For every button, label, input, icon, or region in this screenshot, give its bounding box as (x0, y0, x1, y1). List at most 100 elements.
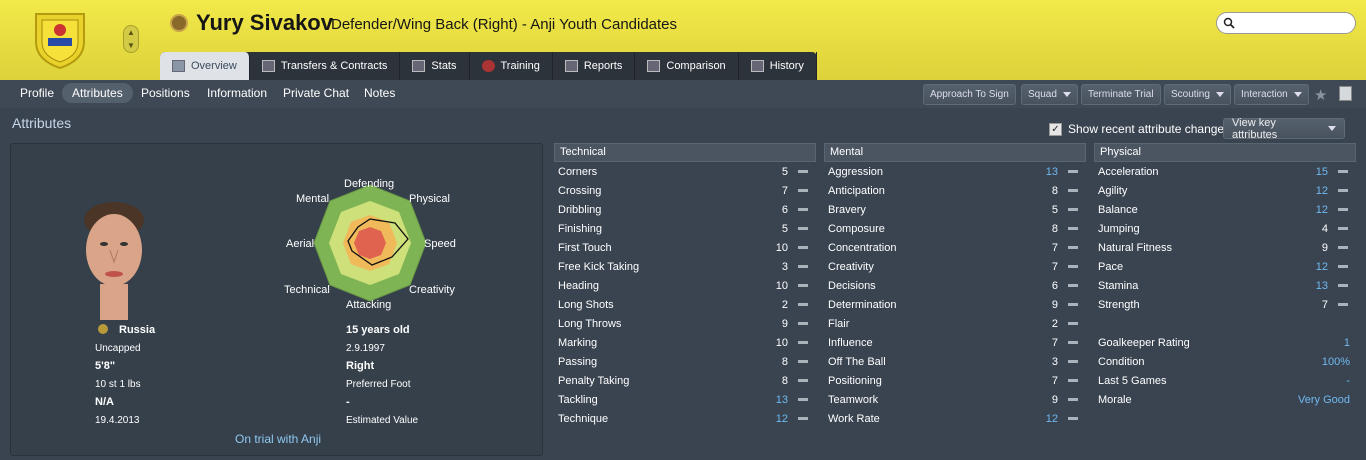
stepper-up-icon[interactable]: ▲ (124, 26, 138, 39)
attribute-row[interactable]: Aggression 13 (824, 162, 1086, 181)
attribute-row[interactable]: Decisions 6 (824, 276, 1086, 295)
trend-dash-icon (798, 417, 808, 420)
trend-dash-icon (1068, 246, 1078, 249)
attribute-row[interactable]: Work Rate 12 (824, 409, 1086, 428)
attribute-name: Natural Fitness (1098, 241, 1172, 254)
technical-list: Corners 5 Crossing 7 Dribbling 6 Finishing 5 Fir… (554, 162, 816, 428)
tab-training[interactable]: Training (470, 52, 553, 80)
trend-dash-icon (1068, 360, 1078, 363)
tab-overview[interactable]: Overview (160, 52, 250, 80)
attribute-row[interactable]: Natural Fitness 9 (1094, 238, 1356, 257)
attribute-row[interactable]: Free Kick Taking 3 (554, 257, 816, 276)
attribute-row[interactable]: Strength 7 (1094, 295, 1356, 314)
height: 5'8" (95, 360, 116, 372)
nation-badge-icon (170, 14, 188, 32)
terminate-trial-button[interactable]: Terminate Trial (1081, 84, 1161, 105)
attribute-row[interactable]: Creativity 7 (824, 257, 1086, 276)
radar-label-technical: Technical (284, 284, 330, 296)
subnav-notes[interactable]: Notes (364, 86, 395, 100)
subnav-profile[interactable]: Profile (20, 86, 54, 100)
club-crest-icon (35, 13, 85, 70)
trial-status-link[interactable]: On trial with Anji (235, 432, 321, 446)
attribute-row[interactable]: Acceleration 15 (1094, 162, 1356, 181)
attribute-value: 15 (1315, 165, 1328, 178)
attribute-row[interactable]: Flair 2 (824, 314, 1086, 333)
attribute-row[interactable]: Finishing 5 (554, 219, 816, 238)
attribute-name: Creativity (828, 260, 874, 273)
trend-dash-icon (1068, 322, 1078, 325)
squad-button[interactable]: Squad (1021, 84, 1078, 105)
attribute-row[interactable]: Penalty Taking 8 (554, 371, 816, 390)
attribute-row[interactable]: First Touch 10 (554, 238, 816, 257)
checkbox-icon[interactable]: ✓ (1049, 122, 1062, 136)
search-icon (1223, 17, 1235, 29)
attribute-row[interactable]: Balance 12 (1094, 200, 1356, 219)
attribute-row[interactable]: Marking 10 (554, 333, 816, 352)
attribute-value: 13 (1315, 279, 1328, 292)
attribute-row[interactable]: Long Throws 9 (554, 314, 816, 333)
date-of-birth: 2.9.1997 (346, 343, 385, 354)
attribute-row[interactable]: Jumping 4 (1094, 219, 1356, 238)
history-icon (750, 60, 764, 72)
subnav-information[interactable]: Information (207, 86, 267, 100)
trend-dash-icon (1068, 341, 1078, 344)
attribute-row[interactable]: Influence 7 (824, 333, 1086, 352)
radar-label-mental: Mental (296, 193, 330, 205)
tab-history[interactable]: History (739, 52, 817, 80)
attribute-row[interactable]: Composure 8 (824, 219, 1086, 238)
attribute-row[interactable]: Passing 8 (554, 352, 816, 371)
attribute-row[interactable]: Pace 12 (1094, 257, 1356, 276)
subnav-private-chat[interactable]: Private Chat (283, 86, 349, 100)
tab-comparison[interactable]: Comparison (635, 52, 739, 80)
scouting-button[interactable]: Scouting (1164, 84, 1231, 105)
estimated-value: - (346, 396, 350, 408)
show-recent-changes-toggle[interactable]: ✓ Show recent attribute changes (1049, 122, 1230, 136)
approach-to-sign-button[interactable]: Approach To Sign (923, 84, 1016, 105)
trend-dash-icon (1068, 417, 1078, 420)
attribute-row[interactable]: Heading 10 (554, 276, 816, 295)
attribute-value: 10 (775, 279, 788, 292)
interaction-button[interactable]: Interaction (1234, 84, 1309, 105)
technical-header: Technical (554, 143, 816, 162)
attribute-value: 8 (781, 374, 788, 387)
subnav-positions[interactable]: Positions (141, 86, 190, 100)
attribute-row[interactable]: Teamwork 9 (824, 390, 1086, 409)
sub-navigation: Profile Attributes Positions Information… (0, 80, 1366, 108)
tab-stats[interactable]: Stats (400, 52, 470, 80)
attribute-name: Composure (828, 222, 885, 235)
attribute-value: 10 (775, 336, 788, 349)
attribute-row[interactable]: Anticipation 8 (824, 181, 1086, 200)
attribute-name: Technique (558, 412, 609, 425)
attribute-row[interactable]: Positioning 7 (824, 371, 1086, 390)
search-input[interactable] (1216, 12, 1356, 34)
contract-icon (261, 60, 275, 72)
trend-dash-icon (1068, 398, 1078, 401)
add-note-icon[interactable] (1339, 86, 1352, 101)
chevron-down-icon (1062, 92, 1071, 97)
attribute-row[interactable]: Technique 12 (554, 409, 816, 428)
view-key-attributes-button[interactable]: View key attributes (1223, 117, 1345, 141)
attribute-row[interactable]: Off The Ball 3 (824, 352, 1086, 371)
attribute-row[interactable]: Dribbling 6 (554, 200, 816, 219)
attribute-row[interactable]: Corners 5 (554, 162, 816, 181)
attribute-name: Dribbling (558, 203, 602, 216)
attribute-value: 4 (1321, 222, 1328, 235)
attribute-row[interactable]: Concentration 7 (824, 238, 1086, 257)
star-icon[interactable]: ★ (1314, 86, 1327, 104)
attribute-row[interactable]: Tackling 13 (554, 390, 816, 409)
stepper-down-icon[interactable]: ▼ (124, 39, 138, 52)
tab-transfers[interactable]: Transfers & Contracts (250, 52, 401, 80)
attribute-row[interactable]: Agility 12 (1094, 181, 1356, 200)
attribute-row[interactable]: Determination 9 (824, 295, 1086, 314)
attribute-row[interactable]: Bravery 5 (824, 200, 1086, 219)
player-stepper[interactable]: ▲ ▼ (123, 25, 139, 53)
caps: Uncapped (95, 343, 141, 354)
attribute-name: Anticipation (828, 184, 885, 197)
attribute-row[interactable]: Crossing 7 (554, 181, 816, 200)
attribute-row[interactable]: Stamina 13 (1094, 276, 1356, 295)
tab-reports[interactable]: Reports (553, 52, 636, 80)
attribute-value: 12 (775, 412, 788, 425)
trend-dash-icon (1068, 379, 1078, 382)
subnav-attributes[interactable]: Attributes (62, 83, 133, 103)
attribute-row[interactable]: Long Shots 2 (554, 295, 816, 314)
